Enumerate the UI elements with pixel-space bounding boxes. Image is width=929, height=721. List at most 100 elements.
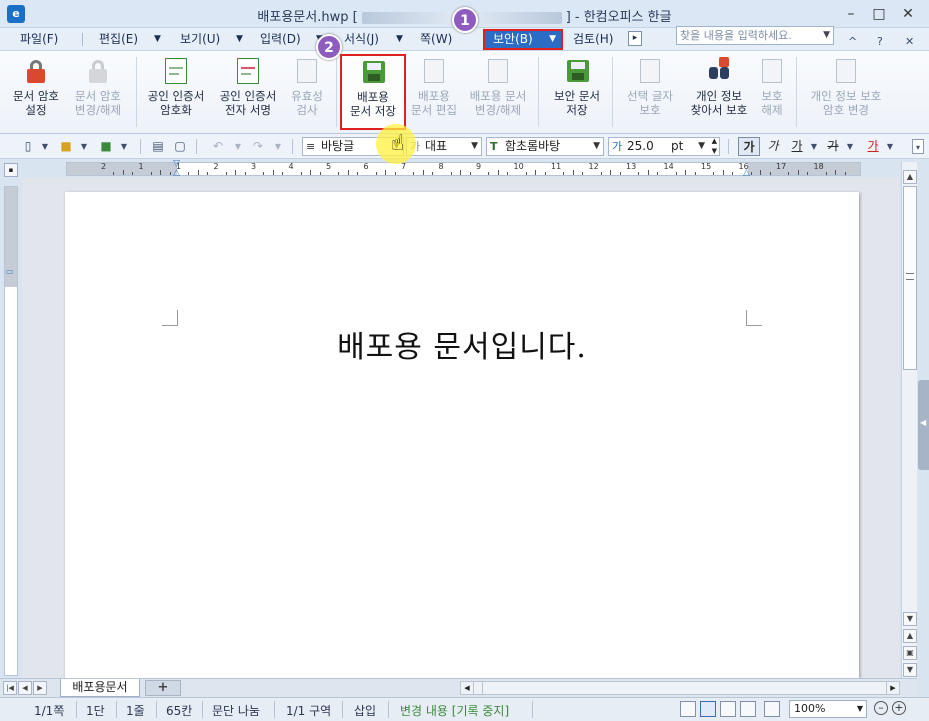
zoom-select[interactable]: 100% ▼ [789, 700, 867, 718]
normal-view-icon[interactable] [680, 701, 696, 717]
scroll-left-icon[interactable]: ◀ [461, 682, 474, 694]
maximize-button[interactable]: □ [868, 4, 890, 24]
add-tab-button[interactable]: + [145, 680, 181, 696]
chevron-down-icon[interactable]: ▼ [882, 139, 898, 154]
right-indent-marker-icon[interactable]: △ [743, 168, 750, 178]
menu-review[interactable]: 검토(H) [573, 31, 613, 48]
outline-view-icon[interactable] [720, 701, 736, 717]
chevron-down-icon[interactable]: ▼ [593, 138, 600, 155]
menu-insert[interactable]: 입력(D) [260, 31, 301, 48]
chevron-down-icon[interactable]: ▼ [154, 31, 161, 48]
indent-marker-icon[interactable]: ▽ △ [173, 160, 181, 178]
doc-password-button[interactable]: 문서 암호 설정 [4, 55, 68, 131]
next-page-icon[interactable]: ▼ [903, 663, 917, 677]
chevron-down-icon[interactable]: ▼ [857, 701, 863, 717]
status-line[interactable]: 1줄 [126, 702, 145, 719]
print-icon[interactable]: ▤ [150, 139, 166, 154]
undo-icon[interactable]: ↶ [210, 139, 226, 154]
zoom-in-icon[interactable]: + [892, 701, 906, 715]
vertical-ruler[interactable]: ▭ [4, 186, 18, 676]
chevron-left-icon[interactable]: ◀ [920, 418, 926, 427]
horizontal-ruler[interactable]: 2 1 1 2 3 4 5 6 7 8 9 10 11 12 13 14 15 16 17 18 ▽ △ △ [66, 160, 861, 178]
tab-document[interactable]: 배포용문서 [60, 679, 140, 697]
validity-check-button[interactable]: 유효성 검사 [282, 55, 332, 131]
dist-release-button[interactable]: 배포용 문서 변경/해제 [462, 55, 534, 131]
open-folder-icon[interactable]: ■ [58, 139, 74, 154]
chevron-down-icon[interactable]: ▼ [270, 139, 286, 154]
menu-security[interactable]: 보안(B) ▼ [483, 29, 563, 50]
save-icon[interactable]: ■ [98, 139, 114, 154]
underline-button[interactable]: 가 [786, 137, 808, 156]
chevron-down-icon[interactable]: ▼ [37, 139, 53, 154]
menu-format[interactable]: 서식(J) [344, 31, 379, 48]
chevron-down-icon[interactable]: ▼ [698, 138, 705, 155]
more-menu-icon[interactable]: ▸ [628, 31, 642, 46]
doc-password-release-button[interactable]: 문서 암호 변경/해제 [66, 55, 130, 131]
next-tab-icon[interactable]: ▶ [33, 681, 47, 695]
close-document-icon[interactable]: ✕ [905, 35, 914, 48]
font-color-button[interactable]: 가 [862, 137, 884, 156]
status-page[interactable]: 1/1쪽 [34, 702, 64, 719]
close-button[interactable]: ✕ [897, 4, 919, 24]
scroll-thumb[interactable] [903, 186, 917, 370]
scroll-down-icon[interactable]: ▼ [903, 612, 917, 626]
ruler-corner-icon[interactable]: ▪ [4, 163, 18, 177]
vertical-scrollbar[interactable]: ▲ ▼ ▲ ▣ ▼ [901, 162, 917, 678]
new-document-icon[interactable]: ▯ [20, 139, 36, 154]
chevron-down-icon[interactable]: ▼ [842, 139, 858, 154]
status-column[interactable]: 1단 [86, 702, 105, 719]
minimize-button[interactable]: – [840, 4, 862, 24]
print-preview-icon[interactable]: ▢ [172, 139, 188, 154]
page-view-icon[interactable] [700, 701, 716, 717]
menu-file[interactable]: 파일(F) [20, 31, 58, 48]
italic-button[interactable]: 가 [762, 137, 784, 156]
cert-encrypt-button[interactable]: 공인 인증서 암호화 [140, 55, 212, 131]
ribbon-collapse-icon[interactable]: ^ [848, 35, 857, 48]
language-select[interactable]: 가 대표 ▼ [406, 137, 482, 156]
chevron-down-icon[interactable]: ▼ [116, 139, 132, 154]
side-panel-handle[interactable]: ◀ [918, 380, 929, 470]
security-save-button[interactable]: 보안 문서 저장 [544, 55, 610, 131]
first-tab-icon[interactable]: |◀ [3, 681, 17, 695]
chevron-down-icon[interactable]: ▼ [396, 31, 403, 48]
find-privacy-button[interactable]: 개인 정보 찾아서 보호 [684, 55, 754, 131]
chevron-down-icon[interactable]: ▼ [806, 139, 822, 154]
zoom-fit-icon[interactable] [764, 701, 780, 717]
chevron-down-icon[interactable]: ▼ [823, 27, 830, 44]
cert-sign-button[interactable]: 공인 인증서 전자 서명 [212, 55, 284, 131]
dist-edit-button[interactable]: 배포용 문서 편집 [406, 55, 462, 131]
chevron-down-icon[interactable]: ▼ [236, 31, 243, 48]
document-text[interactable]: 배포용 문서입니다. [65, 322, 859, 366]
scroll-right-icon[interactable]: ▶ [886, 682, 899, 694]
menu-page[interactable]: 쪽(W) [420, 31, 452, 48]
toolbar-options-icon[interactable]: ▾ [912, 139, 924, 154]
chevron-down-icon[interactable]: ▼ [549, 31, 556, 48]
scroll-up-icon[interactable]: ▲ [903, 170, 917, 184]
dist-save-button[interactable]: 배포용 문서 저장 [340, 54, 406, 130]
chevron-down-icon[interactable]: ▼ [471, 138, 478, 155]
previous-tab-icon[interactable]: ◀ [18, 681, 32, 695]
web-view-icon[interactable] [740, 701, 756, 717]
status-section[interactable]: 1/1 구역 [286, 702, 331, 719]
zoom-out-icon[interactable]: – [874, 701, 888, 715]
status-insert-mode[interactable]: 삽입 [354, 702, 376, 719]
status-track-changes[interactable]: 변경 내용 [기록 중지] [400, 702, 509, 719]
scroll-thumb-horizontal[interactable] [475, 682, 483, 694]
protect-release-button[interactable]: 보호 해제 [752, 55, 792, 131]
help-icon[interactable]: ? [877, 35, 883, 48]
chevron-down-icon[interactable]: ▼ [76, 139, 92, 154]
horizontal-scrollbar[interactable]: ◀ ▶ [460, 681, 900, 695]
font-select[interactable]: T 함초롬바탕 ▼ [486, 137, 604, 156]
select-object-icon[interactable]: ▣ [903, 646, 917, 660]
redo-icon[interactable]: ↷ [250, 139, 266, 154]
bold-button[interactable]: 가 [738, 137, 760, 156]
chevron-down-icon[interactable]: ▼ [230, 139, 246, 154]
previous-page-icon[interactable]: ▲ [903, 629, 917, 643]
strikethrough-button[interactable]: 가 [822, 137, 844, 156]
document-area[interactable]: 배포용 문서입니다. [22, 178, 899, 678]
menu-edit[interactable]: 편집(E) [99, 31, 138, 48]
font-size-input[interactable]: 가 25.0 pt ▼ ▲ ▼ [608, 137, 720, 156]
document-page[interactable]: 배포용 문서입니다. [65, 192, 859, 678]
menu-view[interactable]: 보기(U) [180, 31, 220, 48]
status-col-pos[interactable]: 65칸 [166, 702, 192, 719]
